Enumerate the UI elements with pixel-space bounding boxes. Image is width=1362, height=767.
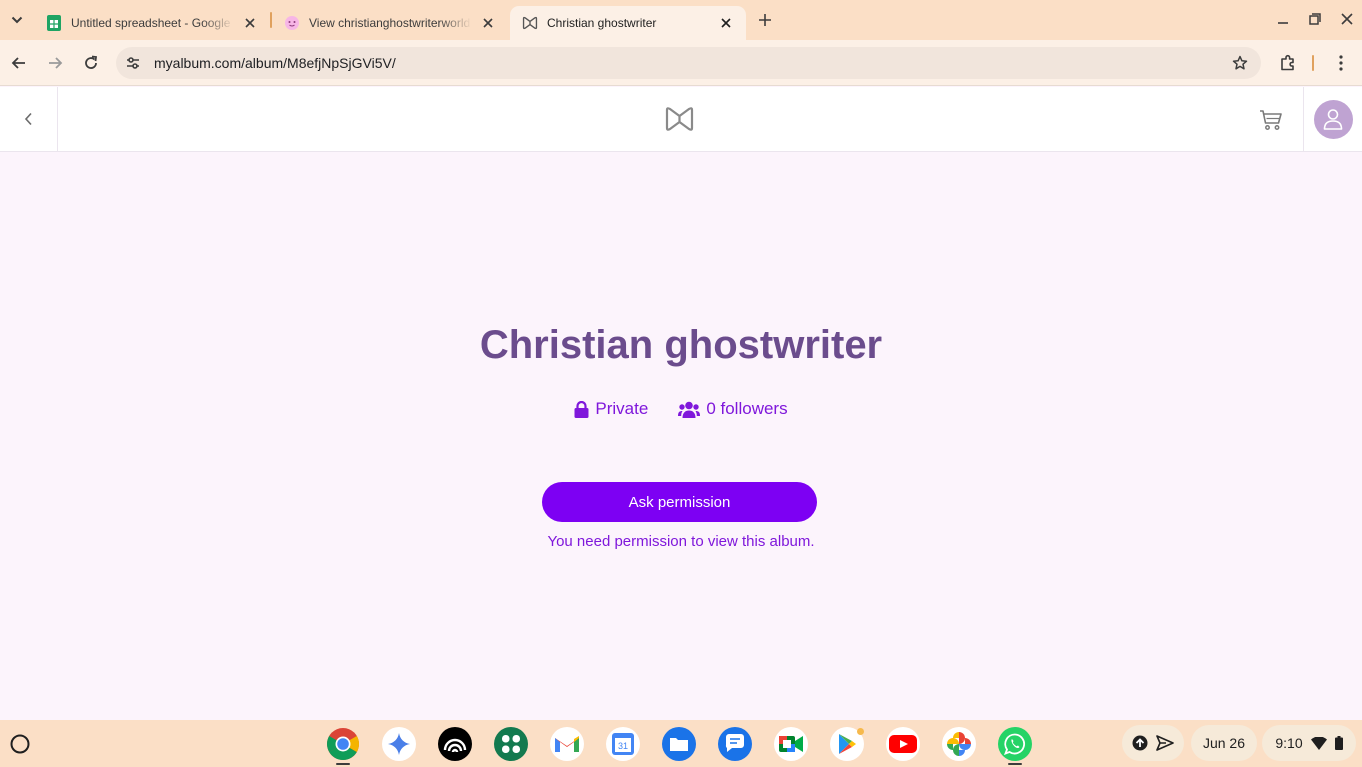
tab-view-christianghostwriterworld[interactable]: View christianghostwriterworld [272, 6, 508, 40]
album-page: Christian ghostwriter Private 0 follower… [0, 87, 1362, 720]
myalbum-logo-icon [522, 15, 538, 31]
restore-icon [1309, 13, 1321, 25]
minimize-icon [1278, 22, 1288, 24]
account-area [1303, 87, 1362, 151]
wifi-icon [1310, 736, 1327, 750]
site-info-icon[interactable] [124, 54, 142, 72]
running-indicator [1008, 763, 1022, 765]
chrome-menu-button[interactable] [1330, 52, 1352, 74]
clock-text: 9:10 [1275, 735, 1303, 751]
plus-icon [759, 14, 771, 26]
chevron-left-icon [24, 112, 32, 126]
puzzle-piece-icon [1281, 54, 1294, 71]
minimize-button[interactable] [1271, 8, 1295, 30]
shopping-cart-icon [1260, 110, 1282, 130]
extensions-button[interactable] [1277, 52, 1299, 74]
google-photos-app-icon[interactable] [942, 727, 976, 761]
battery-icon [1334, 736, 1343, 750]
whatsapp-app-icon[interactable] [998, 727, 1032, 761]
chrome-app-icon[interactable] [326, 727, 360, 761]
upload-status-icon [1132, 735, 1148, 751]
back-nav-button[interactable] [0, 87, 58, 151]
google-messages-app-icon[interactable] [718, 727, 752, 761]
gmail-app-icon[interactable] [550, 727, 584, 761]
close-window-button[interactable] [1335, 8, 1359, 30]
address-bar[interactable]: myalbum.com/album/M8efjNpSjGVi5V/ [116, 47, 1261, 79]
tab-spreadsheet[interactable]: Untitled spreadsheet - Google Sheets [34, 6, 270, 40]
send-icon [1156, 735, 1174, 751]
os-shelf: 31 Jun 26 9:10 [0, 720, 1362, 767]
forward-button[interactable] [43, 51, 67, 75]
close-tab-icon[interactable] [480, 15, 496, 31]
svg-text:31: 31 [618, 741, 628, 751]
audible-app-icon[interactable] [438, 727, 472, 761]
user-icon [1323, 109, 1343, 130]
bookmark-star-icon[interactable] [1231, 54, 1249, 72]
ask-permission-button[interactable]: Ask permission [542, 482, 817, 522]
tab-title: Christian ghostwriter [547, 16, 657, 30]
google-workspace-app-icon[interactable] [494, 727, 528, 761]
launcher-button[interactable] [8, 732, 32, 756]
more-vertical-icon [1339, 55, 1343, 71]
close-tab-icon[interactable] [718, 15, 734, 31]
tab-search-button[interactable] [4, 8, 30, 32]
tab-strip: Untitled spreadsheet - Google Sheets Vie… [0, 0, 1362, 40]
arrow-left-icon [11, 57, 25, 69]
myalbum-logo-icon[interactable] [664, 107, 695, 131]
followers-count[interactable]: 0 followers [678, 399, 788, 419]
url-text[interactable]: myalbum.com/album/M8efjNpSjGVi5V/ [154, 55, 396, 71]
google-calendar-app-icon[interactable]: 31 [606, 727, 640, 761]
album-title: Christian ghostwriter [479, 323, 883, 367]
date-display[interactable]: Jun 26 [1191, 725, 1257, 761]
back-button[interactable] [7, 51, 31, 75]
files-app-icon[interactable] [662, 727, 696, 761]
site-header [0, 87, 1362, 152]
running-indicator [336, 763, 350, 765]
notification-badge [857, 728, 864, 735]
lock-icon [574, 400, 589, 418]
launcher-circle-icon [10, 734, 30, 754]
album-meta: Private 0 followers [0, 399, 1362, 419]
youtube-app-icon[interactable] [886, 727, 920, 761]
close-tab-icon[interactable] [242, 15, 258, 31]
tab-title: Untitled spreadsheet - Google Sheets [71, 16, 234, 30]
users-icon [678, 401, 701, 418]
maximize-button[interactable] [1303, 8, 1327, 30]
gemini-app-icon[interactable] [382, 727, 416, 761]
avatar[interactable] [1313, 99, 1353, 139]
tab-title: View christianghostwriterworld [309, 16, 471, 30]
arrow-right-icon [49, 57, 63, 69]
reload-button[interactable] [79, 51, 103, 75]
followers-label: 0 followers [706, 399, 788, 418]
google-meet-app-icon[interactable] [774, 727, 808, 761]
new-tab-button[interactable] [754, 9, 776, 31]
toolbar-separator [1312, 55, 1314, 71]
close-icon [1341, 13, 1353, 25]
cart-button[interactable] [1256, 107, 1286, 133]
browser-toolbar: myalbum.com/album/M8efjNpSjGVi5V/ [0, 40, 1362, 86]
google-sheets-icon [46, 15, 62, 31]
privacy-label: Private [595, 399, 649, 418]
status-tray-icons[interactable] [1122, 725, 1184, 761]
quick-settings[interactable]: 9:10 [1262, 725, 1356, 761]
date-text: Jun 26 [1202, 735, 1246, 751]
tab-christian-ghostwriter[interactable]: Christian ghostwriter [510, 6, 746, 40]
chevron-down-icon [11, 16, 23, 24]
pink-face-icon [284, 15, 300, 31]
reload-icon [85, 55, 98, 69]
privacy-status: Private [574, 399, 648, 419]
permission-note: You need permission to view this album. [547, 533, 815, 550]
